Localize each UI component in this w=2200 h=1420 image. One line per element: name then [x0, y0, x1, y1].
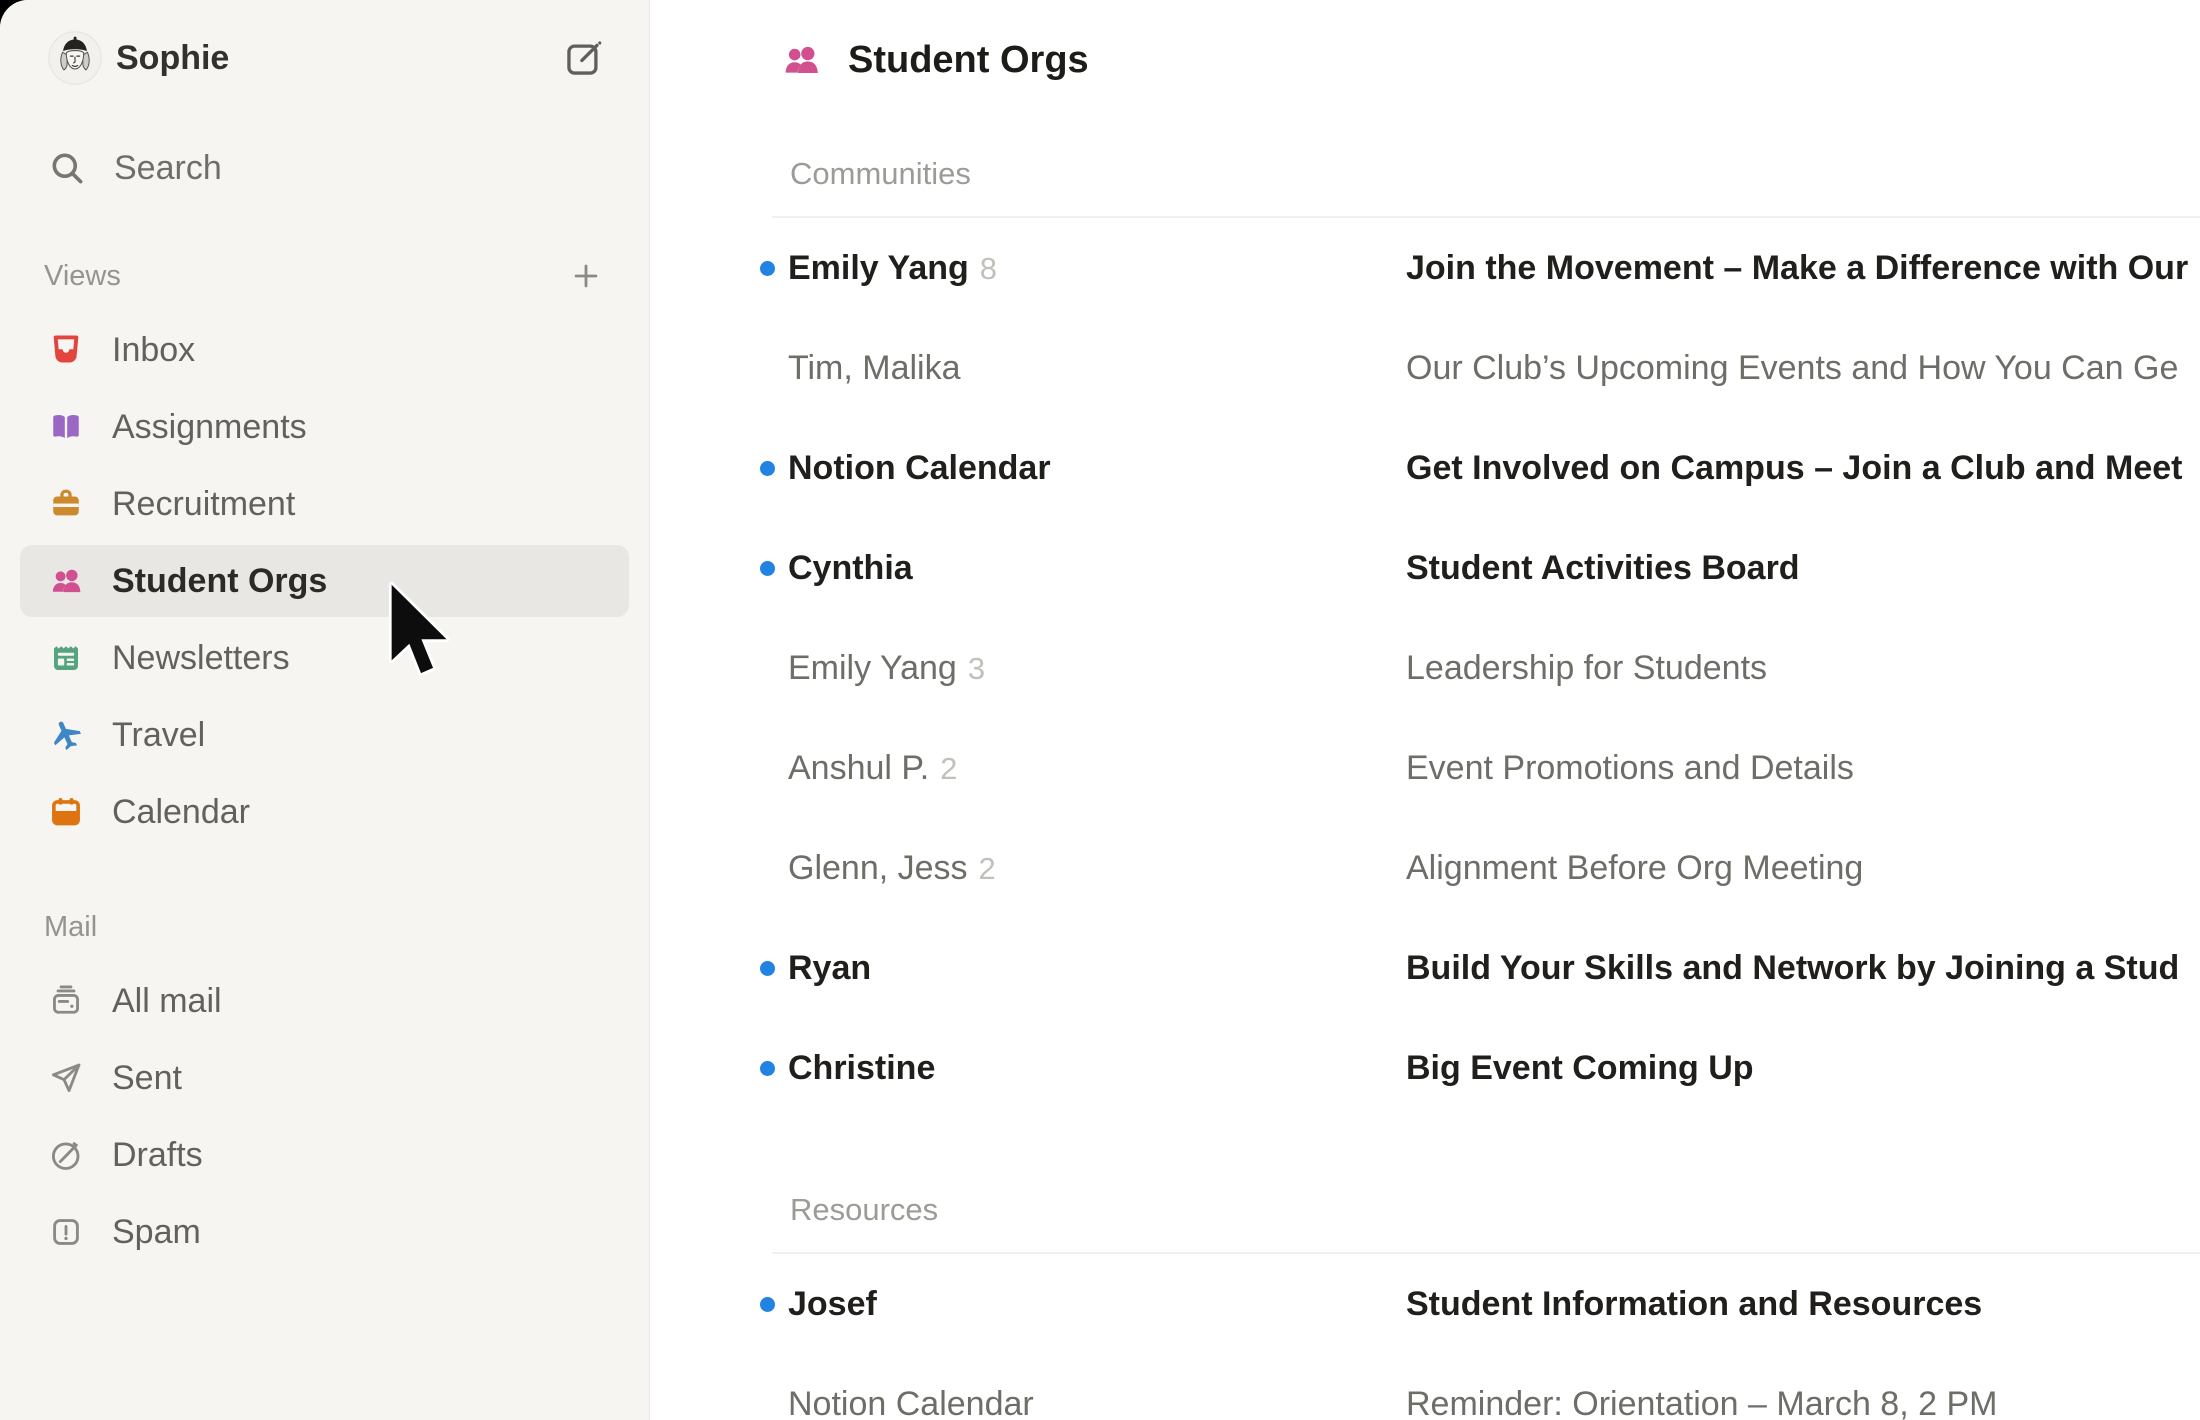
email-subject: Big Event Coming Up: [1406, 1049, 2200, 1088]
email-sender: Glenn, Jess2: [788, 849, 1406, 888]
sidebar: Sophie Search Views: [0, 0, 650, 1420]
book-icon: [48, 409, 84, 445]
sidebar-item-label: Inbox: [112, 331, 195, 370]
sidebar-item-label: Newsletters: [112, 639, 290, 678]
mail-list: All mail Sent Drafts Spam: [20, 965, 629, 1273]
email-sections: Communities Emily Yang8Join the Movement …: [650, 156, 2200, 1420]
views-section-head: Views: [20, 256, 629, 296]
email-subject: Alignment Before Org Meeting: [1406, 849, 2200, 888]
avatar[interactable]: [48, 31, 102, 85]
email-row[interactable]: ChristineBig Event Coming Up: [650, 1018, 2200, 1118]
search-button[interactable]: Search: [20, 136, 629, 200]
email-sender: Emily Yang8: [788, 249, 1406, 288]
sidebar-item-drafts[interactable]: Drafts: [20, 1119, 629, 1191]
email-row[interactable]: JosefStudent Information and Resources: [650, 1254, 2200, 1354]
sidebar-item-spam[interactable]: Spam: [20, 1196, 629, 1268]
email-row[interactable]: Notion CalendarReminder: Orientation – M…: [650, 1354, 2200, 1420]
app-window: Sophie Search Views: [0, 0, 2200, 1420]
unread-dot: [760, 461, 775, 476]
sidebar-item-sent[interactable]: Sent: [20, 1042, 629, 1114]
email-subject: Get Involved on Campus – Join a Club and…: [1406, 449, 2200, 488]
page-header: Student Orgs: [780, 34, 2200, 86]
email-row[interactable]: Glenn, Jess2Alignment Before Org Meeting: [650, 818, 2200, 918]
sidebar-item-label: All mail: [112, 982, 222, 1021]
email-row[interactable]: Anshul P.2Event Promotions and Details: [650, 718, 2200, 818]
email-sender: Notion Calendar: [788, 449, 1406, 488]
sidebar-item-label: Sent: [112, 1059, 182, 1098]
sidebar-item-label: Student Orgs: [112, 562, 327, 601]
unread-dot: [760, 261, 775, 276]
thread-count: 8: [980, 251, 997, 286]
sidebar-item-label: Drafts: [112, 1136, 203, 1175]
section-header: Communities: [790, 156, 2200, 194]
search-icon: [48, 149, 86, 187]
sidebar-item-inbox[interactable]: Inbox: [20, 314, 629, 386]
send-icon: [48, 1060, 84, 1096]
email-row[interactable]: CynthiaStudent Activities Board: [650, 518, 2200, 618]
sidebar-item-label: Assignments: [112, 408, 307, 447]
draft-icon: [48, 1137, 84, 1173]
calendar-icon: [48, 794, 84, 830]
email-subject: Student Information and Resources: [1406, 1285, 2200, 1324]
profile-row: Sophie: [20, 30, 629, 86]
sidebar-item-all-mail[interactable]: All mail: [20, 965, 629, 1037]
unread-dot: [760, 961, 775, 976]
sidebar-item-recruitment[interactable]: Recruitment: [20, 468, 629, 540]
unread-dot: [760, 561, 775, 576]
people-icon: [780, 39, 822, 81]
email-row[interactable]: Notion CalendarGet Involved on Campus – …: [650, 418, 2200, 518]
email-row[interactable]: RyanBuild Your Skills and Network by Joi…: [650, 918, 2200, 1018]
email-sender: Tim, Malika: [788, 349, 1406, 388]
sidebar-item-student-orgs[interactable]: Student Orgs: [20, 545, 629, 617]
newspaper-icon: [48, 640, 84, 676]
sidebar-item-assignments[interactable]: Assignments: [20, 391, 629, 463]
email-list-pane: Student Orgs Communities Emily Yang8Join …: [650, 0, 2200, 1420]
plane-icon: [48, 717, 84, 753]
email-subject: Leadership for Students: [1406, 649, 2200, 688]
email-subject: Reminder: Orientation – March 8, 2 PM: [1406, 1385, 2200, 1420]
search-label: Search: [114, 149, 222, 188]
thread-count: 2: [979, 851, 996, 886]
briefcase-icon: [48, 486, 84, 522]
sidebar-item-label: Recruitment: [112, 485, 295, 524]
mail-section-head: Mail: [20, 907, 629, 947]
email-subject: Our Club’s Upcoming Events and How You C…: [1406, 349, 2200, 388]
email-row[interactable]: Emily Yang3Leadership for Students: [650, 618, 2200, 718]
thread-count: 2: [940, 751, 957, 786]
people-icon: [48, 563, 84, 599]
page-title: Student Orgs: [848, 39, 1089, 82]
sidebar-item-calendar[interactable]: Calendar: [20, 776, 629, 848]
profile-name[interactable]: Sophie: [116, 39, 229, 78]
sidebar-item-newsletters[interactable]: Newsletters: [20, 622, 629, 694]
unread-dot: [760, 1297, 775, 1312]
inbox-icon: [48, 332, 84, 368]
unread-dot: [760, 1061, 775, 1076]
email-sender: Emily Yang3: [788, 649, 1406, 688]
email-subject: Event Promotions and Details: [1406, 749, 2200, 788]
mail-header: Mail: [44, 911, 97, 944]
email-row[interactable]: Tim, MalikaOur Club’s Upcoming Events an…: [650, 318, 2200, 418]
email-subject: Join the Movement – Make a Difference wi…: [1406, 249, 2200, 288]
add-view-button[interactable]: [569, 259, 603, 293]
email-sender: Ryan: [788, 949, 1406, 988]
sidebar-item-travel[interactable]: Travel: [20, 699, 629, 771]
thread-count: 3: [968, 651, 985, 686]
section-header: Resources: [790, 1192, 2200, 1230]
email-subject: Build Your Skills and Network by Joining…: [1406, 949, 2200, 988]
compose-button[interactable]: [563, 37, 605, 79]
sidebar-item-label: Calendar: [112, 793, 250, 832]
sidebar-item-label: Spam: [112, 1213, 201, 1252]
email-row[interactable]: Emily Yang8Join the Movement – Make a Di…: [650, 218, 2200, 318]
email-sender: Notion Calendar: [788, 1385, 1406, 1420]
email-sender: Cynthia: [788, 549, 1406, 588]
email-sender: Christine: [788, 1049, 1406, 1088]
allmail-icon: [48, 983, 84, 1019]
email-sender: Anshul P.2: [788, 749, 1406, 788]
spam-icon: [48, 1214, 84, 1250]
sidebar-item-label: Travel: [112, 716, 205, 755]
views-list: Inbox Assignments Recruitment Student Or…: [20, 314, 629, 853]
email-sender: Josef: [788, 1285, 1406, 1324]
views-header: Views: [44, 260, 121, 293]
email-subject: Student Activities Board: [1406, 549, 2200, 588]
